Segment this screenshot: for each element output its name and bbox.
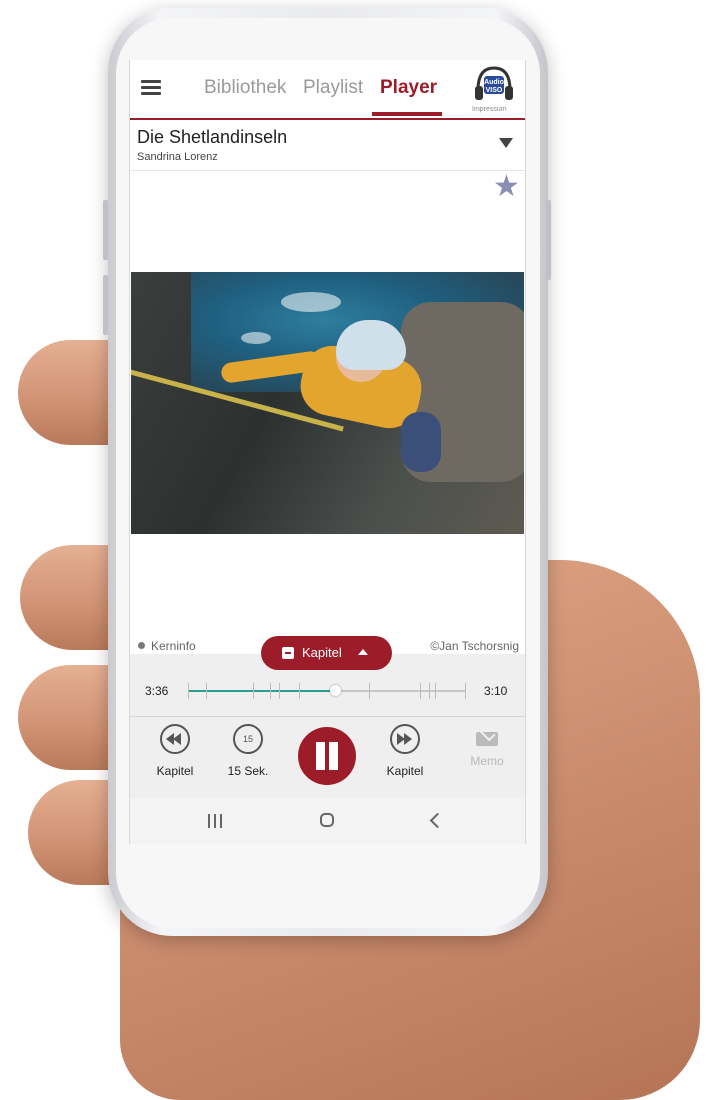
image-credit: ©Jan Tschorsnig [430,639,519,653]
progress-slider[interactable] [188,683,466,699]
replay-15-value: 15 [242,734,253,744]
envelope-icon [476,732,498,746]
rewind-icon [160,724,190,754]
chevron-down-icon[interactable] [499,138,513,148]
track-title: Die Shetlandinseln [137,127,288,147]
chapter-button[interactable]: Kapitel [261,636,392,670]
fast-forward-icon [390,724,420,754]
tab-bibliothek[interactable]: Bibliothek [204,77,286,99]
divider [130,716,525,717]
audioviso-logo-icon[interactable]: Audio VISO [472,64,516,104]
kerninfo-label: Kerninfo [151,639,196,653]
track-author: Sandrina Lorenz [137,151,218,163]
memo-button[interactable]: Memo [462,724,512,768]
volume-down-button [103,275,108,335]
svg-text:VISO: VISO [486,87,503,94]
impressum-link[interactable]: Impressum [472,106,507,113]
recent-apps-icon[interactable] [208,814,224,828]
pause-icon [329,742,338,770]
previous-chapter-button[interactable]: Kapitel [150,724,200,778]
cover-image [131,272,524,534]
android-nav-bar [130,798,525,844]
app-header: Bibliothek Playlist Player Audio VISO Im… [130,60,525,120]
chapter-icon [282,647,294,659]
chapter-button-label: Kapitel [302,645,342,660]
app-screen: Bibliothek Playlist Player Audio VISO Im… [129,60,526,844]
elapsed-time: 3:36 [145,684,169,698]
skip-back-15-button[interactable]: 15 15 Sek. [223,724,273,778]
chevron-up-icon [358,649,368,655]
minus-icon [138,642,145,649]
replay-15-icon: 15 [233,724,263,754]
skip-back-label: 15 Sek. [227,764,269,778]
pause-icon [316,742,325,770]
active-tab-indicator [372,112,442,116]
pause-button[interactable] [298,727,356,785]
power-button [546,200,551,280]
kerninfo-toggle[interactable]: Kerninfo [138,639,196,653]
favorite-star-icon[interactable]: ★ [493,172,520,202]
next-chapter-label: Kapitel [386,764,424,778]
back-icon[interactable] [429,812,446,829]
volume-up-button [103,200,108,260]
previous-chapter-label: Kapitel [156,764,194,778]
memo-label: Memo [470,754,504,768]
divider [130,170,525,171]
hamburger-menu-icon[interactable] [141,80,161,96]
tab-player[interactable]: Player [380,77,437,99]
next-chapter-button[interactable]: Kapitel [380,724,430,778]
home-icon[interactable] [320,813,334,827]
remaining-time: 3:10 [484,684,508,698]
progress-fill [188,690,336,692]
tab-playlist[interactable]: Playlist [303,77,363,99]
svg-text:Audio: Audio [484,79,504,86]
